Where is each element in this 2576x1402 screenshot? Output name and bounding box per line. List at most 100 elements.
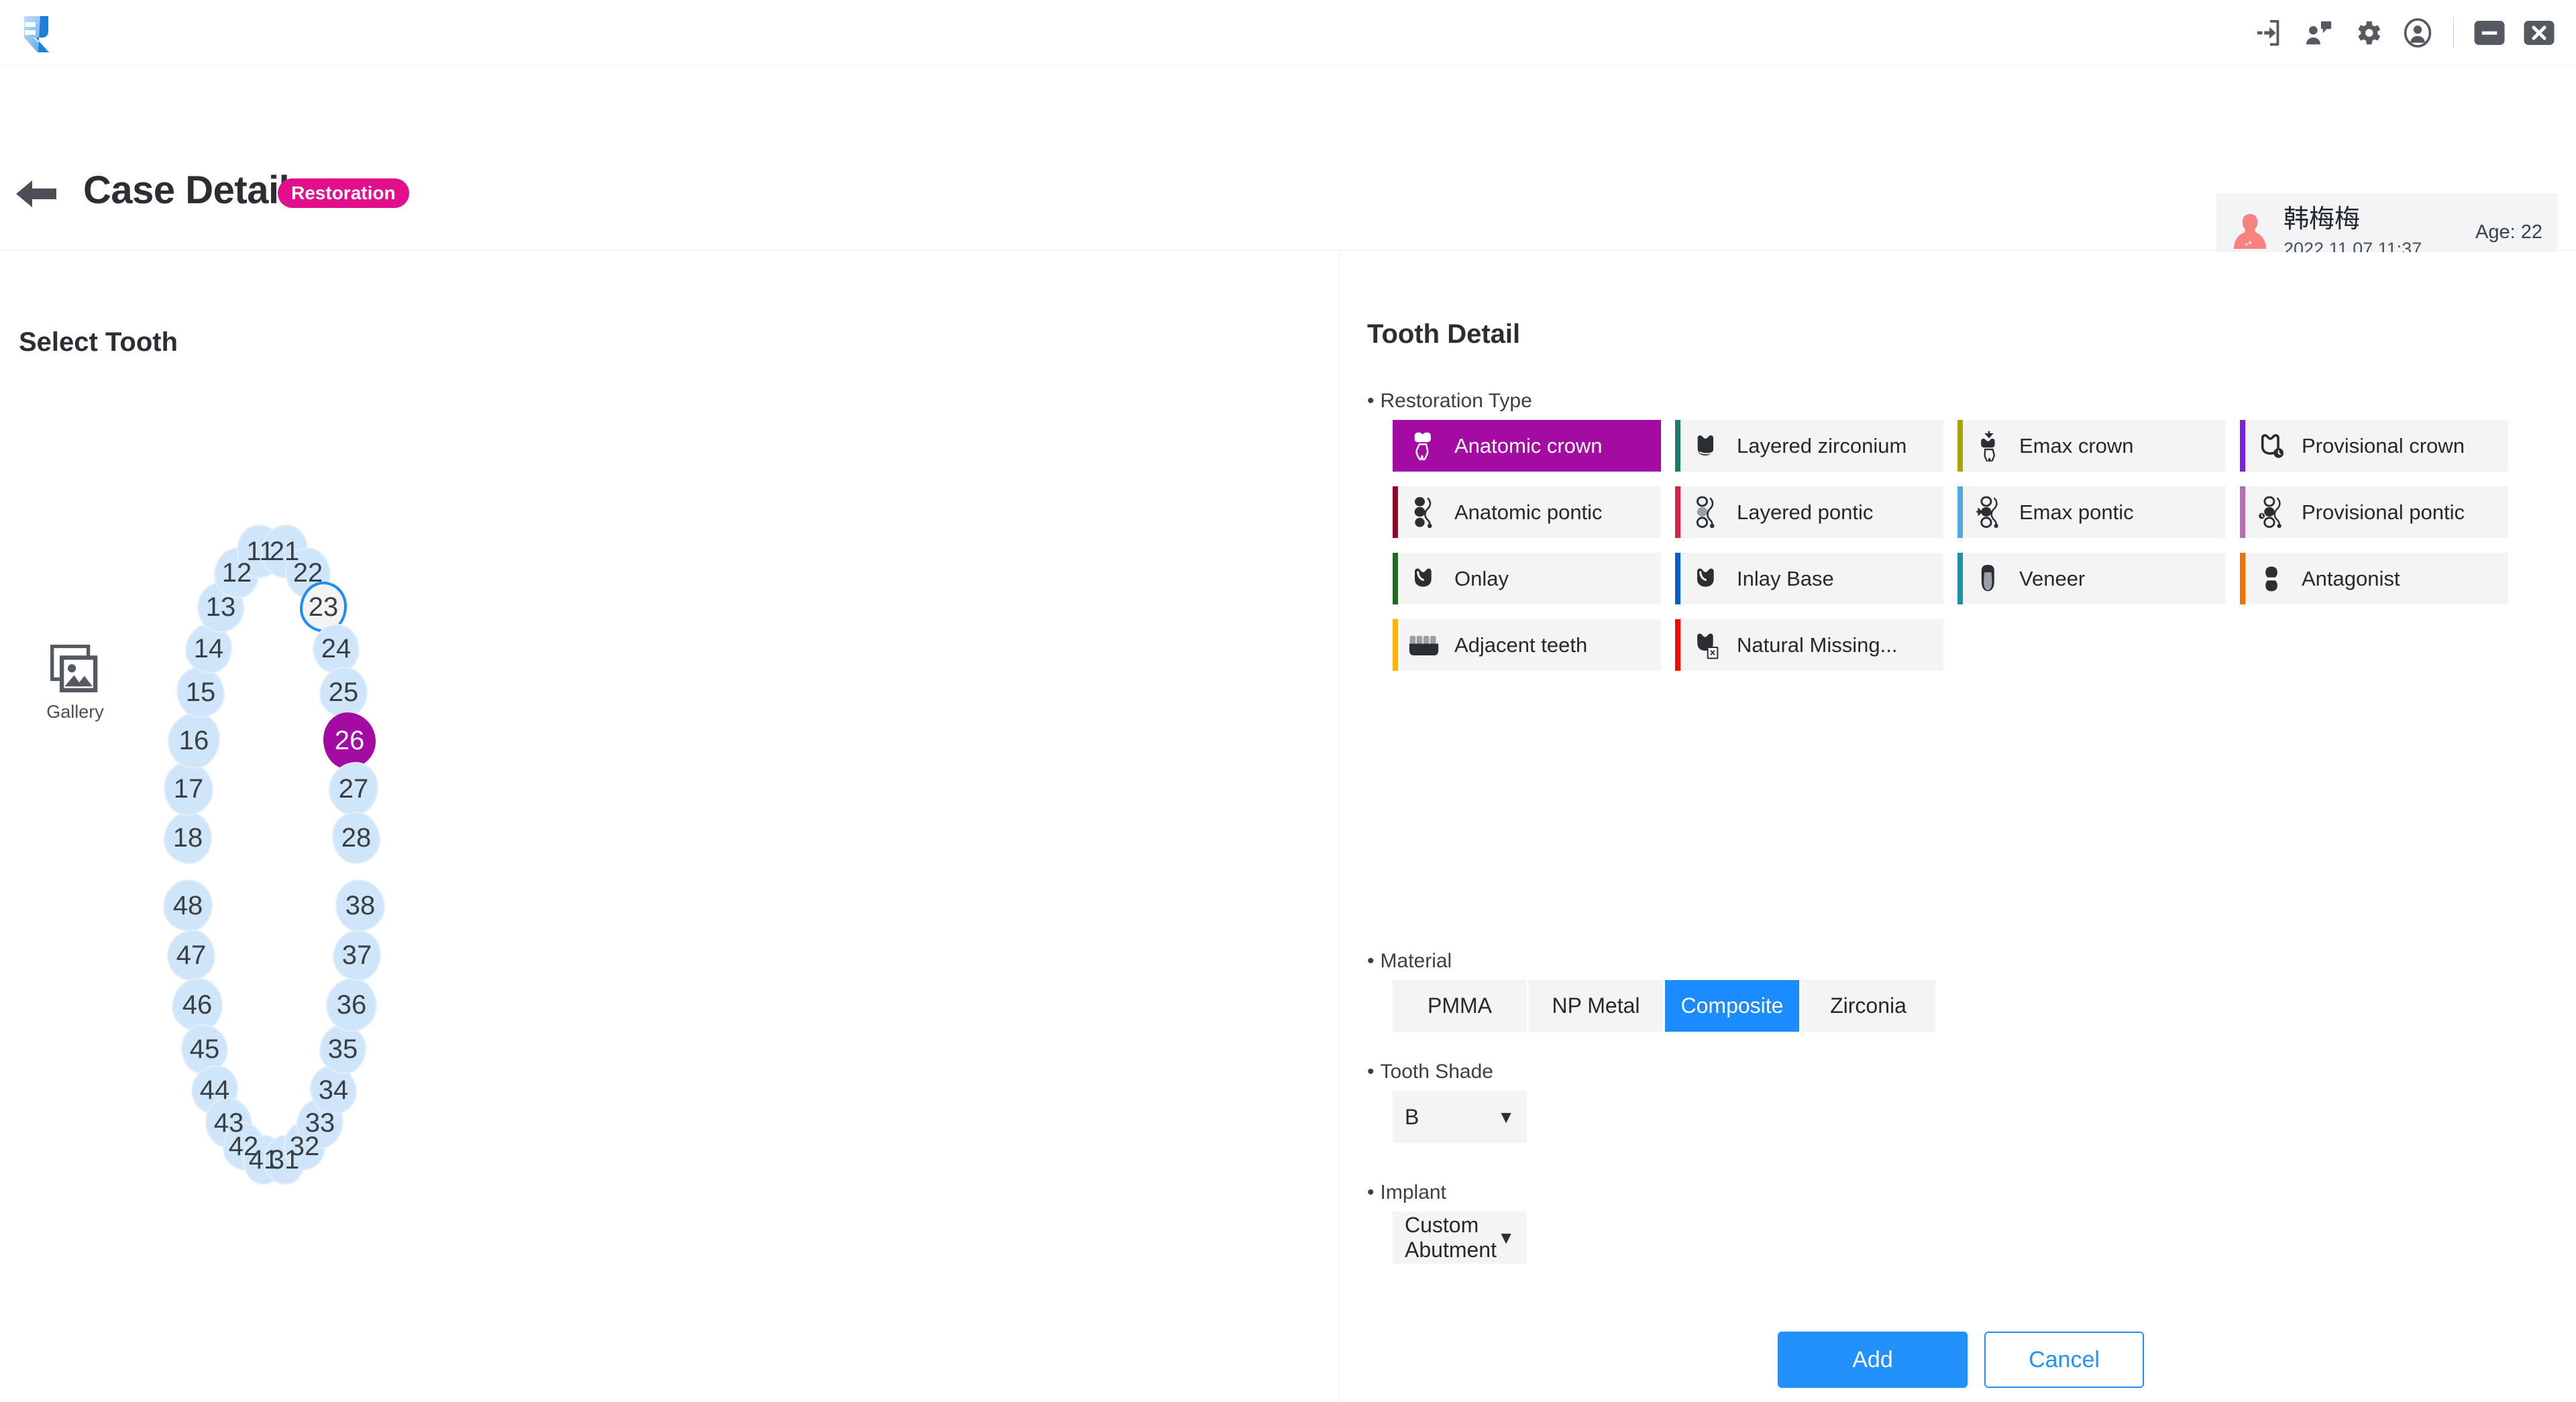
tooth-24[interactable]: 24 xyxy=(313,624,360,673)
restoration-option-anatomic-crown[interactable]: Anatomic crown xyxy=(1393,420,1661,472)
accent-bar xyxy=(2240,420,2245,472)
restoration-option-provisional-crown[interactable]: Provisional crown xyxy=(2240,420,2508,472)
tooth-17[interactable]: 17 xyxy=(164,762,213,816)
tooth-36[interactable]: 36 xyxy=(326,978,377,1032)
add-button[interactable]: Add xyxy=(1778,1332,1968,1388)
tooth-number: 33 xyxy=(305,1108,335,1138)
patient-info: 韩梅梅 2022.11.07 11:37 xyxy=(2284,205,2422,259)
accent-bar xyxy=(2240,553,2245,604)
tooth-number: 28 xyxy=(341,822,372,853)
restoration-option-natural-missing[interactable]: Natural Missing... xyxy=(1675,619,1943,671)
tooth-46[interactable]: 46 xyxy=(172,978,223,1032)
tooth-35[interactable]: 35 xyxy=(319,1024,366,1074)
tooth-15[interactable]: 15 xyxy=(176,667,225,718)
tooth-25[interactable]: 25 xyxy=(319,667,368,718)
accent-bar xyxy=(1675,619,1680,671)
implant-select[interactable]: Custom Abutment ▼ xyxy=(1393,1211,1527,1264)
accent-bar xyxy=(1393,553,1398,604)
account-icon[interactable] xyxy=(2393,0,2443,66)
share-contact-icon[interactable] xyxy=(2294,0,2343,66)
tooth-number: 17 xyxy=(173,773,204,804)
tooth-number: 37 xyxy=(341,940,372,970)
tooth-number: 47 xyxy=(176,940,207,970)
select-tooth-panel: Select Tooth Gallery 18 17 16 15 14 13 12 11 21 2… xyxy=(0,252,1340,1402)
restoration-option-label: Antagonist xyxy=(2302,566,2400,590)
tooth-number: 24 xyxy=(321,633,352,663)
chevron-down-icon: ▼ xyxy=(1497,1106,1515,1127)
tooth-shade-label: Tooth Shade xyxy=(1367,1061,1493,1083)
accent-bar xyxy=(1675,420,1680,472)
tooth-number: 44 xyxy=(199,1075,230,1105)
material-option-np-metal[interactable]: NP Metal xyxy=(1529,980,1663,1032)
tooth-16[interactable]: 16 xyxy=(168,712,220,769)
tooth-detail-panel: Tooth Detail Restoration Type Anatomic c… xyxy=(1340,252,2576,1402)
implant-label: Implant xyxy=(1367,1181,1446,1204)
restoration-option-emax-pontic[interactable]: Emax pontic xyxy=(1957,486,2226,538)
material-options: PMMA NP Metal Composite Zirconia xyxy=(1393,980,1935,1032)
toolbar-divider xyxy=(2453,17,2454,48)
restoration-option-onlay[interactable]: Onlay xyxy=(1393,553,1661,604)
material-label: Material xyxy=(1367,950,1452,973)
gear-icon[interactable] xyxy=(2343,0,2393,66)
page-header: Case Detail Restoration Order Viewer 韩梅梅 xyxy=(0,66,2576,305)
back-arrow-icon[interactable] xyxy=(16,178,56,209)
restoration-option-label: Provisional crown xyxy=(2302,433,2465,457)
tooth-28[interactable]: 28 xyxy=(332,812,380,864)
accent-bar xyxy=(1393,486,1398,538)
title-bar xyxy=(0,0,2576,66)
tooth-detail-title: Tooth Detail xyxy=(1367,319,1521,349)
tooth-37[interactable]: 37 xyxy=(333,930,381,981)
chevron-down-icon: ▼ xyxy=(1497,1227,1515,1248)
tooth-48[interactable]: 48 xyxy=(163,879,213,932)
tooth-27[interactable]: 27 xyxy=(329,762,378,816)
tooth-number: 34 xyxy=(318,1075,349,1105)
import-file-icon[interactable] xyxy=(2244,0,2294,66)
app-logo xyxy=(13,11,59,56)
restoration-option-label: Onlay xyxy=(1454,566,1509,590)
adjacent-teeth-icon xyxy=(1409,628,1440,663)
veneer-icon xyxy=(1974,561,2004,596)
tooth-number: 35 xyxy=(327,1034,358,1064)
restoration-option-veneer[interactable]: Veneer xyxy=(1957,553,2226,604)
restoration-option-anatomic-pontic[interactable]: Anatomic pontic xyxy=(1393,486,1661,538)
tooth-number: 15 xyxy=(185,677,216,707)
restoration-option-emax-crown[interactable]: Emax crown xyxy=(1957,420,2226,472)
emax-pontic-icon xyxy=(1974,495,2004,530)
tooth-number: 38 xyxy=(345,890,376,920)
accent-bar xyxy=(1675,553,1680,604)
cancel-button[interactable]: Cancel xyxy=(1984,1332,2144,1388)
tooth-number: 45 xyxy=(189,1034,220,1064)
tooth-shade-select[interactable]: B ▼ xyxy=(1393,1091,1527,1143)
close-button[interactable] xyxy=(2514,0,2564,66)
restoration-option-provisional-pontic[interactable]: Provisional pontic xyxy=(2240,486,2508,538)
restoration-option-label: Anatomic pontic xyxy=(1454,500,1603,524)
tooth-26[interactable]: 26 xyxy=(323,712,376,769)
restoration-option-label: Emax pontic xyxy=(2019,500,2134,524)
restoration-option-label: Veneer xyxy=(2019,566,2086,590)
anatomic-pontic-icon xyxy=(1409,495,1440,530)
antagonist-icon xyxy=(2256,561,2287,596)
provisional-crown-icon xyxy=(2256,429,2287,464)
window-controls xyxy=(2244,0,2564,66)
minimize-button[interactable] xyxy=(2465,0,2514,66)
tooth-47[interactable]: 47 xyxy=(167,930,215,981)
restoration-option-layered-pontic[interactable]: Layered pontic xyxy=(1675,486,1943,538)
restoration-option-inlay-base[interactable]: Inlay Base xyxy=(1675,553,1943,604)
tooth-38[interactable]: 38 xyxy=(335,879,385,932)
onlay-icon xyxy=(1409,561,1440,596)
material-option-pmma[interactable]: PMMA xyxy=(1393,980,1527,1032)
restoration-option-antagonist[interactable]: Antagonist xyxy=(2240,553,2508,604)
tooth-number: 26 xyxy=(334,725,365,755)
accent-bar xyxy=(1675,486,1680,538)
tooth-number: 27 xyxy=(338,773,369,804)
tooth-number: 48 xyxy=(172,890,203,920)
material-option-composite[interactable]: Composite xyxy=(1665,980,1799,1032)
inlay-base-icon xyxy=(1691,561,1722,596)
accent-bar xyxy=(2240,486,2245,538)
tooth-18[interactable]: 18 xyxy=(164,812,212,864)
restoration-option-adjacent-teeth[interactable]: Adjacent teeth xyxy=(1393,619,1661,671)
material-option-zirconia[interactable]: Zirconia xyxy=(1801,980,1935,1032)
natural-missing-icon xyxy=(1691,628,1722,663)
restoration-option-label: Layered pontic xyxy=(1737,500,1874,524)
restoration-option-layered-zirconium[interactable]: Layered zirconium xyxy=(1675,420,1943,472)
